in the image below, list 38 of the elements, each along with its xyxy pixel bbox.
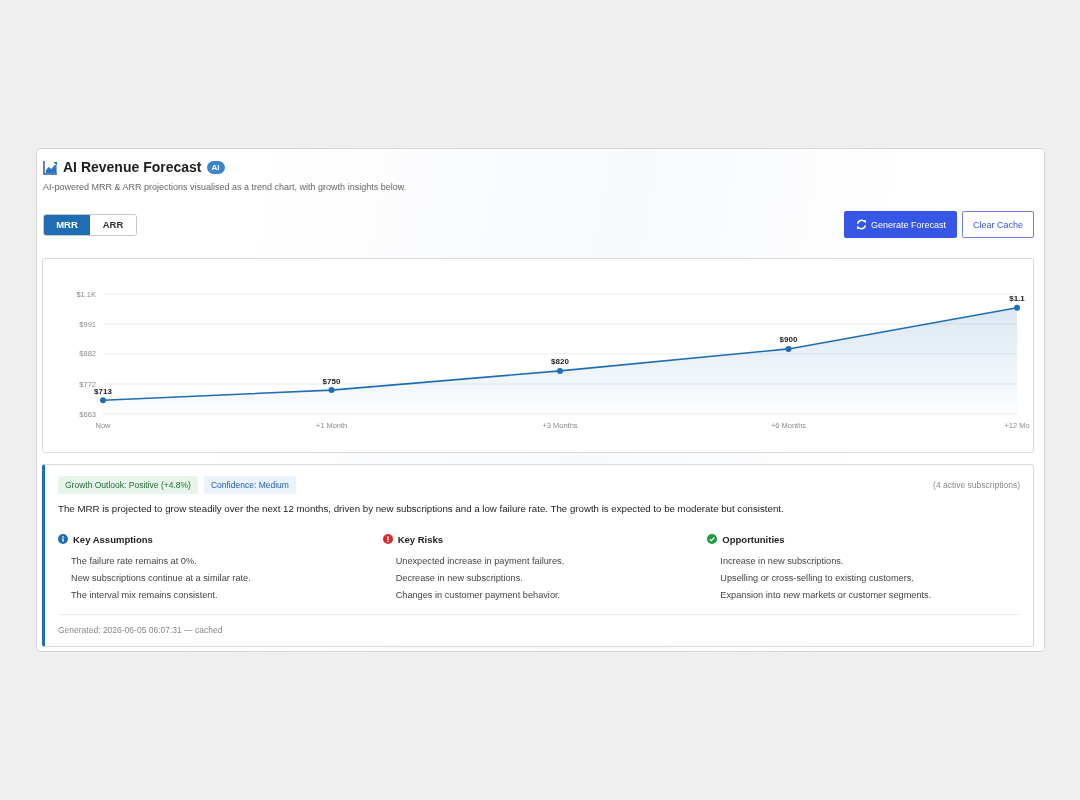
- assumptions-heading: Key Assumptions: [73, 533, 153, 545]
- insight-item: Upselling or cross-selling to existing customers.: [719, 572, 915, 585]
- clear-cache-button[interactable]: Clear Cache: [961, 211, 1034, 238]
- card-title: AI Revenue Forecast: [63, 159, 202, 175]
- data-point: [1014, 304, 1020, 311]
- insight-item: The interval mix remains consistent.: [70, 589, 219, 602]
- refresh-icon: [855, 219, 867, 230]
- area-chart-icon: [43, 159, 58, 175]
- insight-item: Unexpected increase in payment failures.: [394, 555, 566, 568]
- summary-text: The MRR is projected to grow steadily over the next 12 months, driven by new subscriptions and a low failure rate. The growth is expected to be moderate but consistent.: [58, 502, 785, 516]
- metric-tab[interactable]: MRR: [44, 214, 90, 235]
- exclamation-icon: [382, 534, 393, 544]
- insight-item: Decrease in new subscriptions.: [394, 572, 524, 585]
- data-point: [557, 367, 563, 374]
- data-point: [328, 387, 335, 394]
- data-label: $750: [322, 376, 341, 386]
- data-point: [100, 397, 106, 404]
- subscription-count: (4 active subscriptions): [933, 480, 1020, 490]
- data-label: $820: [551, 357, 569, 367]
- ai-badge: AI: [206, 160, 225, 174]
- generated-timestamp: Generated: 2026-06-05 06:07:31 — cached: [58, 614, 1020, 635]
- card-subtitle: AI-powered MRR & ARR projections visualised as a trend chart, with growth insights below.: [42, 182, 408, 192]
- confidence-tag: Confidence: Medium: [203, 476, 296, 494]
- data-label: $1.1: [1009, 294, 1025, 304]
- outlook-tag: Growth Outlook: Positive (+4.8%): [58, 476, 198, 494]
- data-label: $900: [779, 335, 798, 345]
- insight-item: New subscriptions continue at a similar rate.: [70, 572, 252, 585]
- data-point: [785, 345, 792, 352]
- insight-item: The failure rate remains at 0%.: [70, 555, 198, 568]
- risks-heading: Key Risks: [397, 533, 444, 545]
- insight-item: Increase in new subscriptions.: [719, 555, 845, 568]
- opportunities-heading: Opportunities: [722, 533, 785, 545]
- insight-item: Expansion into new markets or customer segments.: [719, 589, 933, 602]
- info-icon: [58, 534, 68, 544]
- check-circle-icon: [707, 534, 718, 544]
- data-label: $713: [94, 386, 112, 396]
- insight-item: Changes in customer payment behavior.: [394, 589, 562, 602]
- generate-forecast-button[interactable]: Generate Forecast: [843, 211, 957, 238]
